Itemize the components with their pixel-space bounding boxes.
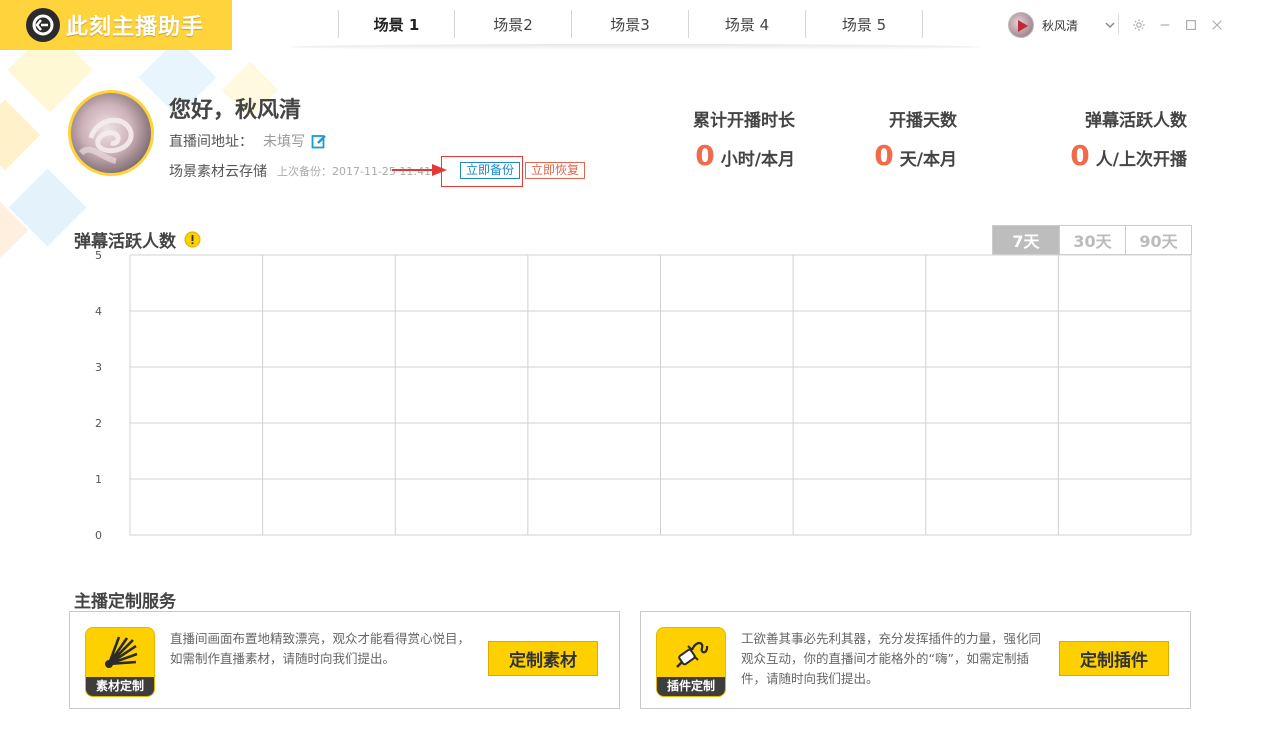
gear-icon [1133,19,1145,31]
close-icon [1212,20,1222,30]
stat-broadcast-hours: 累计开播时长 0 小时/本月 [680,106,795,172]
address-row: 直播间地址： 未填写 [169,131,327,151]
chevron-down-icon[interactable] [1102,17,1118,33]
stat-danmaku-users: 弹幕活跃人数 0 人/上次开播 [1050,106,1187,172]
app-title: 此刻主播助手 [66,15,205,40]
edit-icon[interactable] [311,133,327,149]
custom-material-button[interactable]: 定制素材 [488,641,598,676]
restore-now-button[interactable]: 立即恢复 [525,162,586,179]
scene-tabs: 场景 1 场景2 场景3 场景 4 场景 5 [338,10,923,40]
y-tick-label: 5 [95,249,102,262]
custom-plugin-button[interactable]: 定制插件 [1059,641,1169,676]
stat-value: 0 [874,139,894,172]
arrow-annotation-icon [392,164,447,176]
user-menu[interactable]: 秋风清 [1008,11,1118,39]
stat-value: 0 [695,139,715,172]
profile-avatar [68,90,154,176]
tab-scene-1[interactable]: 场景 1 [338,10,455,38]
service-card-plugin: 插件定制 工欲善其事必先利其器，充分发挥插件的力量，强化同观众互动，你的直播间才… [640,611,1191,709]
stat-label: 累计开播时长 [693,111,795,131]
address-label: 直播间地址： [169,134,253,150]
backup-now-button[interactable]: 立即备份 [460,162,521,179]
minimize-icon [1160,24,1170,26]
address-value: 未填写 [263,134,305,150]
user-avatar [1008,12,1034,38]
tabs-shadow [290,44,980,50]
tab-scene-4[interactable]: 场景 4 [689,10,806,38]
window-controls [1118,14,1230,36]
stat-label: 弹幕活跃人数 [1085,111,1187,131]
stat-broadcast-days: 开播天数 0 天/本月 [860,106,957,172]
sun-rays-icon [105,636,138,668]
y-tick-label: 0 [95,529,102,542]
stat-unit: 天/本月 [899,150,957,170]
user-name: 秋风清 [1042,18,1079,33]
service-description: 直播间画面布置地精致漂亮，观众才能看得赏心悦目，如需制作直播素材，请随时向我们提… [170,631,471,666]
plug-icon [676,641,709,668]
services-title: 主播定制服务 [74,592,176,612]
danmaku-chart: 0 1 2 3 4 5 [95,249,1192,542]
settings-button[interactable] [1126,14,1152,36]
plugin-service-icon: 插件定制 [656,627,726,697]
service-icon-label: 插件定制 [657,677,725,696]
service-description: 工欲善其事必先利其器，充分发挥插件的力量，强化同观众互动，你的直播间才能格外的“… [741,631,1042,686]
app-logo: 此刻主播助手 [0,0,232,50]
cloud-storage-label: 场景素材云存储 [169,164,267,180]
service-icon-label: 素材定制 [86,677,154,696]
y-tick-label: 4 [95,305,102,318]
tab-scene-5[interactable]: 场景 5 [806,10,923,38]
stat-unit: 人/上次开播 [1095,150,1187,170]
y-tick-label: 2 [95,417,102,430]
logo-icon [26,8,60,42]
stat-unit: 小时/本月 [720,150,795,170]
material-service-icon: 素材定制 [85,627,155,697]
maximize-icon [1186,20,1196,30]
tab-scene-2[interactable]: 场景2 [455,10,572,38]
service-card-material: 素材定制 直播间画面布置地精致漂亮，观众才能看得赏心悦目，如需制作直播素材，请随… [69,611,620,709]
stat-label: 开播天数 [889,111,957,131]
title-bar: 此刻主播助手 场景 1 场景2 场景3 场景 4 场景 5 秋风清 [0,0,1262,50]
greeting: 您好，秋风清 [169,98,302,123]
close-button[interactable] [1204,14,1230,36]
maximize-button[interactable] [1178,14,1204,36]
stat-value: 0 [1070,139,1090,172]
y-tick-label: 1 [95,473,102,486]
y-tick-label: 3 [95,361,102,374]
tab-scene-3[interactable]: 场景3 [572,10,689,38]
minimize-button[interactable] [1152,14,1178,36]
